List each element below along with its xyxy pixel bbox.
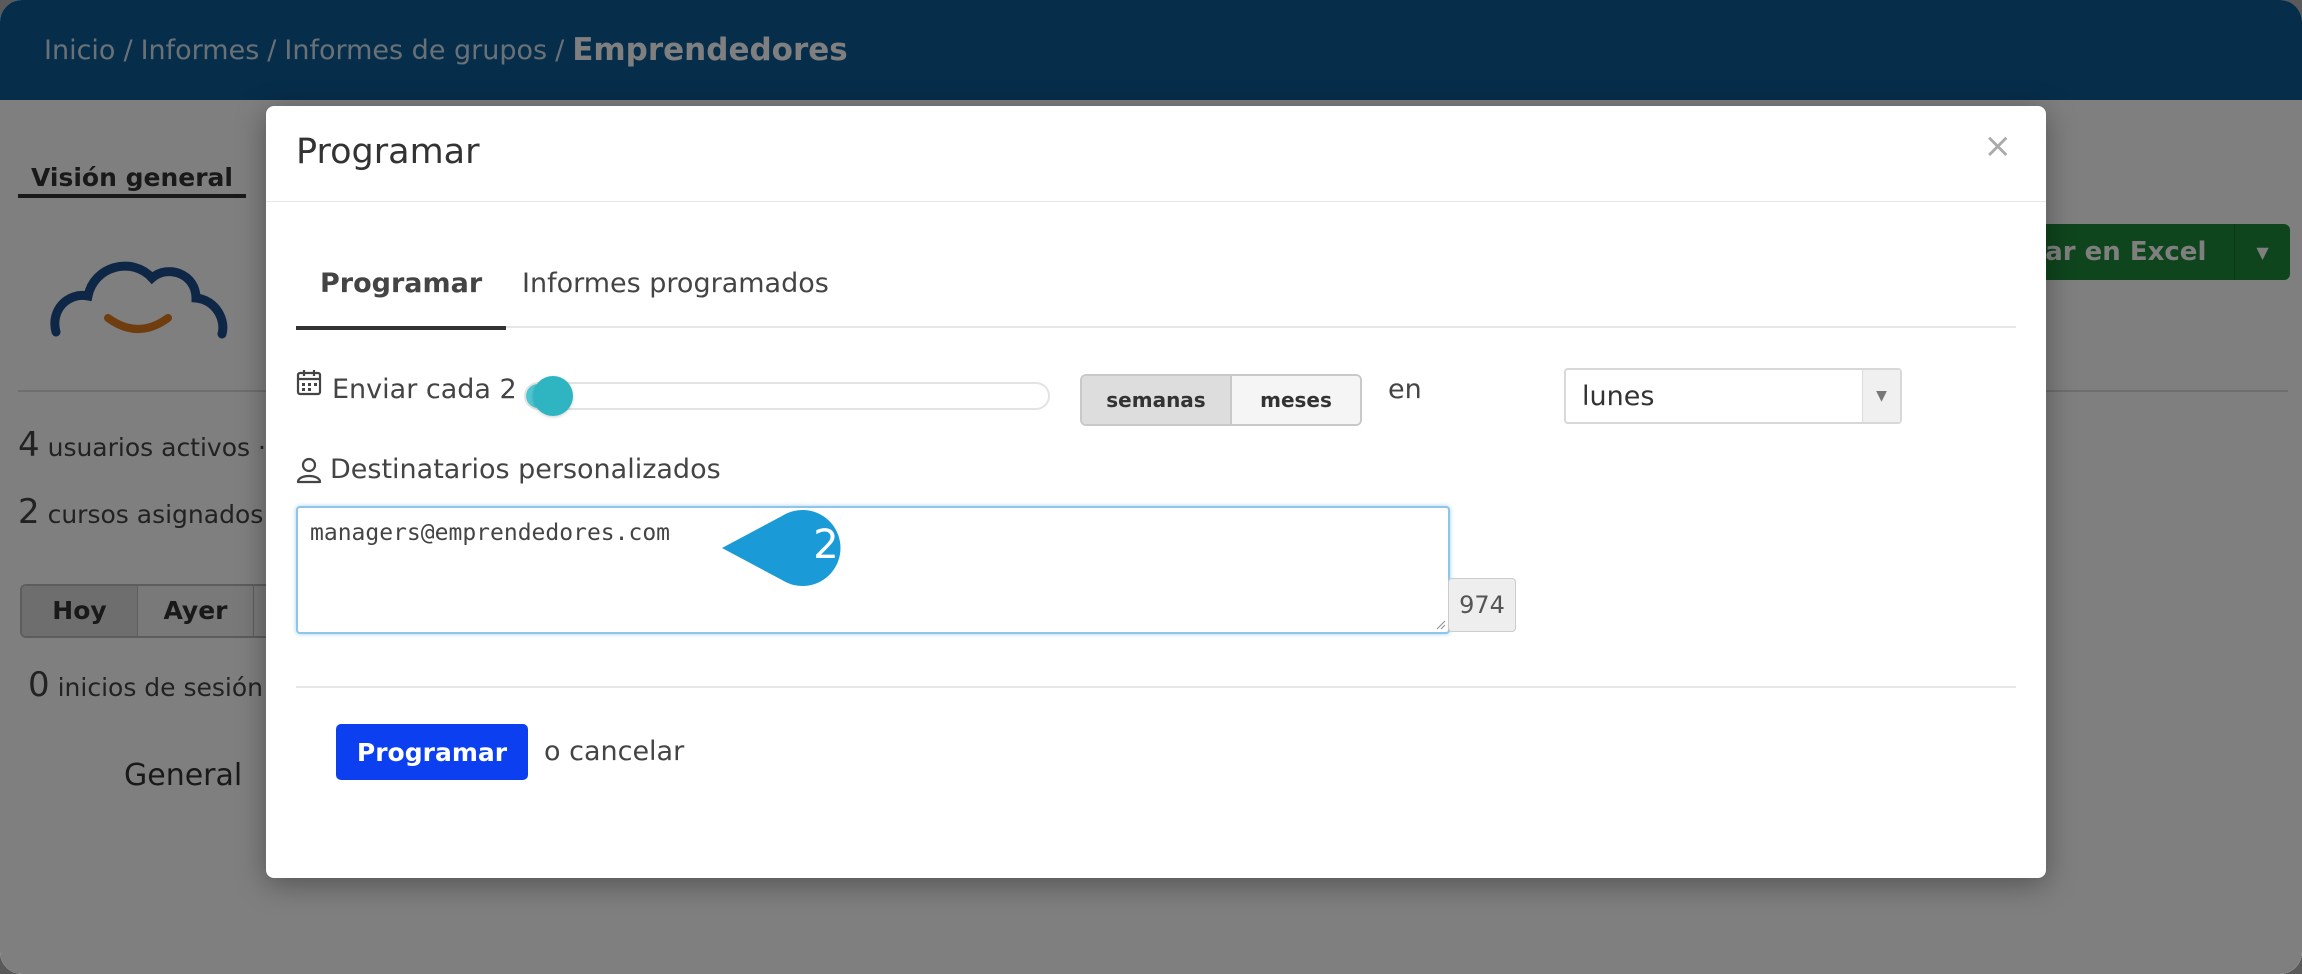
character-counter: 974 bbox=[1448, 578, 1516, 632]
schedule-modal: Programar × Programar Informes programad… bbox=[266, 106, 2046, 878]
period-months-button[interactable]: meses bbox=[1232, 376, 1360, 424]
tab-schedule[interactable]: Programar bbox=[296, 254, 507, 330]
cancel-link[interactable]: o cancelar bbox=[544, 736, 684, 767]
modal-tabs: Programar Informes programados bbox=[296, 254, 2016, 330]
in-label: en bbox=[1388, 374, 1422, 405]
send-every-label: Enviar cada 2 bbox=[332, 374, 517, 405]
divider bbox=[296, 686, 2016, 688]
frequency-slider[interactable] bbox=[524, 376, 1050, 416]
step-callout: 2 bbox=[722, 508, 872, 588]
period-weeks-button[interactable]: semanas bbox=[1082, 376, 1232, 424]
schedule-submit-button[interactable]: Programar bbox=[336, 724, 528, 780]
slider-handle[interactable] bbox=[532, 376, 573, 416]
app-window: Inicio / Informes / Informes de grupos /… bbox=[0, 0, 2302, 974]
calendar-icon bbox=[296, 370, 322, 396]
recipients-value: managers@emprendedores.com bbox=[310, 520, 671, 546]
user-icon bbox=[296, 457, 322, 484]
chevron-down-icon[interactable]: ▼ bbox=[1862, 370, 1900, 422]
recipients-label: Destinatarios personalizados bbox=[330, 454, 721, 485]
callout-number: 2 bbox=[813, 522, 839, 568]
resize-grip-icon[interactable] bbox=[1434, 618, 1446, 630]
period-toggle: semanas meses bbox=[1080, 374, 1362, 426]
tab-scheduled-reports[interactable]: Informes programados bbox=[498, 254, 853, 328]
frequency-row: Enviar cada 2 semanas meses en lunes ▼ bbox=[296, 360, 2016, 426]
weekday-select[interactable]: lunes ▼ bbox=[1564, 368, 1902, 424]
weekday-select-value: lunes bbox=[1582, 381, 1655, 412]
close-icon[interactable]: × bbox=[1984, 126, 2013, 166]
recipients-textarea[interactable]: managers@emprendedores.com bbox=[296, 506, 1450, 634]
modal-header: Programar × bbox=[266, 106, 2046, 202]
modal-title: Programar bbox=[296, 132, 480, 172]
